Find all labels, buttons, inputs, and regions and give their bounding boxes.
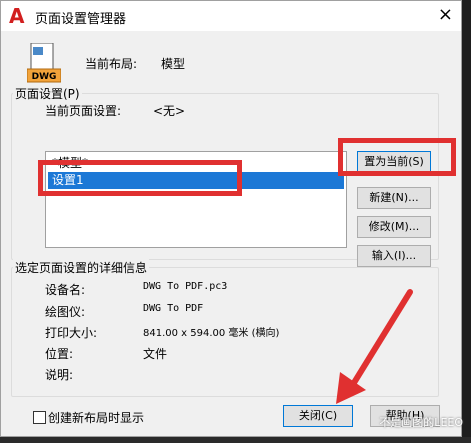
highlight-box-setup1 [38, 160, 242, 196]
plotter-label: 绘图仪: [45, 305, 86, 319]
device-name-value: DWG To PDF.pc3 [143, 281, 228, 292]
current-layout-label: 当前布局: [85, 57, 138, 71]
show-on-new-layout-checkbox[interactable] [33, 411, 46, 424]
new-button[interactable]: 新建(N)... [357, 187, 431, 209]
background-strip-bottom [0, 437, 471, 443]
title-bar: A 页面设置管理器 × [1, 1, 461, 31]
modify-button[interactable]: 修改(M)... [357, 216, 431, 238]
plotter-value: DWG To PDF [143, 303, 204, 314]
import-button[interactable]: 输入(I)... [357, 245, 431, 267]
dwg-file-icon: DWG [27, 43, 61, 83]
highlight-box-set-current [338, 138, 456, 176]
location-label: 位置: [45, 347, 74, 361]
close-icon[interactable]: × [438, 4, 453, 25]
plot-size-value: 841.00 x 594.00 毫米 (横向) [143, 328, 280, 339]
window-title: 页面设置管理器 [35, 12, 127, 27]
dwg-icon-text: DWG [32, 72, 57, 82]
close-button[interactable]: 关闭(C) [283, 405, 353, 427]
description-label: 说明: [45, 368, 74, 382]
plot-size-label: 打印大小: [45, 326, 98, 340]
page-setup-group-title: 页面设置(P) [13, 85, 82, 102]
page-setup-manager-dialog: A 页面设置管理器 × DWG 当前布局: 模型 页面设置(P) 当前页面设置:… [0, 0, 462, 437]
watermark-text: 不是画图的LEEO [379, 416, 463, 429]
device-name-label: 设备名: [45, 283, 86, 297]
autocad-logo-icon: A [9, 4, 25, 28]
current-setup-value: <无> [153, 104, 186, 118]
show-on-new-layout-label: 创建新布局时显示 [48, 411, 145, 425]
background-strip [462, 0, 471, 443]
location-value: 文件 [143, 347, 168, 361]
current-layout-value: 模型 [161, 57, 186, 71]
details-group-title: 选定页面设置的详细信息 [13, 259, 150, 276]
current-setup-label: 当前页面设置: [45, 104, 122, 118]
